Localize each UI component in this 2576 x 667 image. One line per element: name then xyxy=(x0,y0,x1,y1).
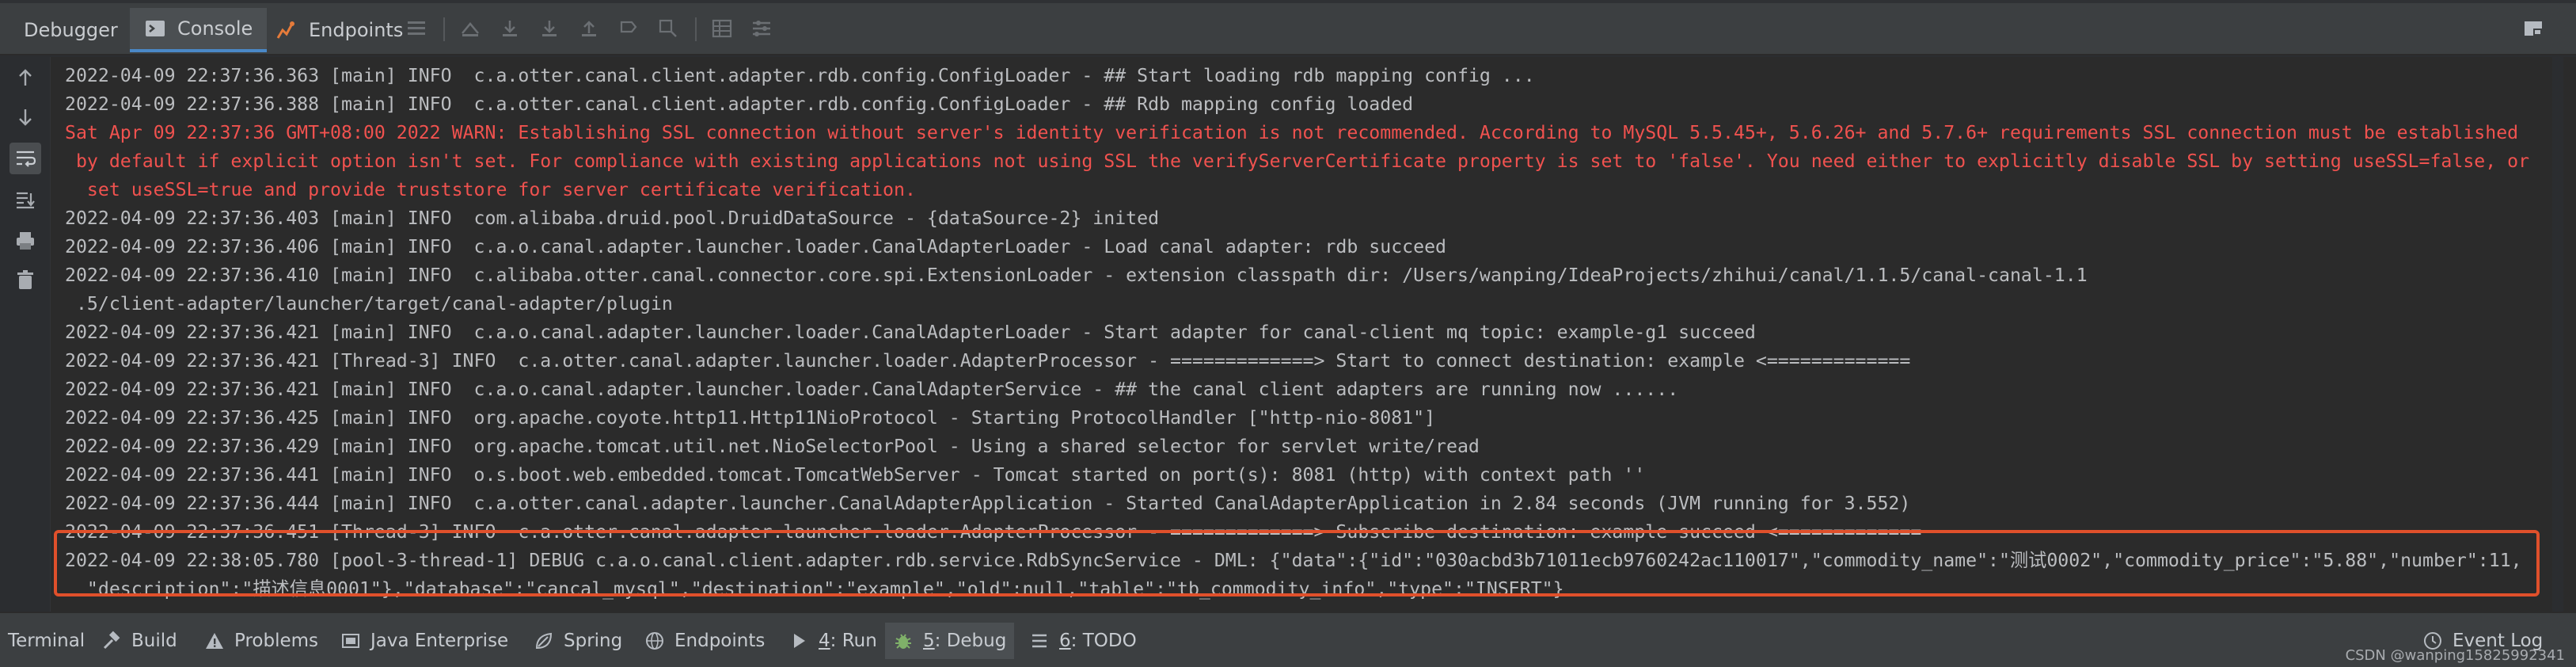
tab-console[interactable]: Console xyxy=(130,8,268,52)
show-execution-point-icon[interactable] xyxy=(458,16,483,41)
soft-wrap-icon[interactable] xyxy=(9,143,41,174)
tool-tab-run-number: 4 xyxy=(819,631,830,651)
console-line: 2022-04-09 22:37:36.363 [main] INFO c.a.… xyxy=(65,65,1535,86)
console-line: 2022-04-09 22:37:36.388 [main] INFO c.a.… xyxy=(65,93,1414,115)
tool-tab-terminal-label: Terminal xyxy=(8,631,85,651)
tool-tab-java-enterprise-label: Java Enterprise xyxy=(370,631,509,651)
tool-tab-spring[interactable]: Spring xyxy=(526,623,630,659)
settings-list-icon[interactable] xyxy=(749,16,774,41)
scroll-up-icon[interactable] xyxy=(9,62,41,93)
todo-list-icon xyxy=(1029,631,1050,651)
tool-tab-run-label: : Run xyxy=(830,631,877,651)
bug-icon xyxy=(893,631,914,651)
console-line: 2022-04-09 22:37:36.406 [main] INFO c.a.… xyxy=(65,236,1447,257)
debug-toolbar: Debugger Console Endpoints xyxy=(0,0,2576,55)
tool-tab-endpoints[interactable]: Endpoints xyxy=(636,623,773,659)
tool-tab-todo-number: 6 xyxy=(1059,631,1071,651)
endpoints-icon xyxy=(275,19,298,41)
console-line: 2022-04-09 22:37:36.421 [main] INFO c.a.… xyxy=(65,322,1756,343)
console-line: 2022-04-09 22:37:36.421 [main] INFO c.a.… xyxy=(65,379,1679,400)
table-view-icon[interactable] xyxy=(709,16,735,41)
console-line: 2022-04-09 22:37:36.429 [main] INFO org.… xyxy=(65,436,1480,457)
tool-tab-debug-number: 5 xyxy=(923,631,935,651)
tool-tab-debug-label: : Debug xyxy=(934,631,1007,651)
console-line: 2022-04-09 22:37:36.403 [main] INFO com.… xyxy=(65,208,1160,229)
tool-tab-todo[interactable]: 6: TODO xyxy=(1021,623,1145,659)
tool-tab-problems-label: Problems xyxy=(234,631,319,651)
print-icon[interactable] xyxy=(9,225,41,257)
layout-icon[interactable] xyxy=(404,16,429,41)
spring-leaf-icon xyxy=(534,631,554,651)
console-gutter xyxy=(0,57,51,612)
console-icon xyxy=(144,17,166,40)
tool-tab-java-enterprise[interactable]: Java Enterprise xyxy=(332,623,516,659)
watermark-text: CSDN @wanping15825992341 xyxy=(2345,647,2565,664)
toolbar-divider xyxy=(695,17,697,41)
highlighted-log-entry-box xyxy=(54,530,2540,596)
evaluate-expression-icon[interactable] xyxy=(655,16,681,41)
tool-tab-endpoints-label: Endpoints xyxy=(674,631,766,651)
console-line: set useSSL=true and provide truststore f… xyxy=(65,179,916,200)
console-line: 2022-04-09 22:37:36.421 [Thread-3] INFO … xyxy=(65,350,1911,372)
tab-console-label: Console xyxy=(177,17,253,40)
warning-icon xyxy=(204,631,225,651)
console-scrollbar[interactable] xyxy=(2563,57,2576,612)
java-enterprise-icon xyxy=(340,631,361,651)
tool-tab-terminal[interactable]: Terminal xyxy=(0,623,93,659)
globe-icon xyxy=(644,631,665,651)
scroll-to-end-icon[interactable] xyxy=(9,184,41,215)
console-line: 2022-04-09 22:37:36.444 [main] INFO c.a.… xyxy=(65,493,1911,514)
tool-tab-build[interactable]: Build xyxy=(93,623,185,659)
tool-tab-problems[interactable]: Problems xyxy=(196,623,326,659)
tool-tab-debug[interactable]: 5: Debug xyxy=(885,623,1015,659)
scroll-down-icon[interactable] xyxy=(9,101,41,133)
top-accent-strip xyxy=(0,0,2576,3)
run-icon xyxy=(788,631,809,651)
hammer-icon xyxy=(101,631,122,651)
tab-debugger-label: Debugger xyxy=(24,19,118,41)
console-line: .5/client-adapter/launcher/target/canal-… xyxy=(65,293,673,314)
step-into-icon[interactable] xyxy=(537,16,562,41)
toolbar-divider xyxy=(443,17,445,41)
console-output[interactable]: 2022-04-09 22:37:36.363 [main] INFO c.a.… xyxy=(51,57,2552,612)
tab-endpoints[interactable]: Endpoints xyxy=(261,8,417,52)
tool-window-bar: Terminal Build Problems Java Enterprise … xyxy=(0,612,2576,667)
console-line: 2022-04-09 22:37:36.425 [main] INFO org.… xyxy=(65,407,1436,429)
tool-tab-todo-label: : TODO xyxy=(1070,631,1137,651)
tool-tab-spring-label: Spring xyxy=(564,631,623,651)
console-line: Sat Apr 09 22:37:36 GMT+08:00 2022 WARN:… xyxy=(65,122,2519,143)
run-to-cursor-icon[interactable] xyxy=(616,16,641,41)
console-line: 2022-04-09 22:37:36.410 [main] INFO c.al… xyxy=(65,265,2088,286)
clear-all-icon[interactable] xyxy=(9,265,41,296)
tab-endpoints-label: Endpoints xyxy=(309,19,404,41)
step-out-icon[interactable] xyxy=(576,16,602,41)
tool-tab-run[interactable]: 4: Run xyxy=(781,623,885,659)
restore-layout-icon[interactable] xyxy=(2521,16,2546,41)
step-over-icon[interactable] xyxy=(497,16,522,41)
tab-debugger[interactable]: Debugger xyxy=(9,8,132,52)
console-line: by default if explicit option isn't set.… xyxy=(65,151,2530,172)
console-line: 2022-04-09 22:37:36.441 [main] INFO o.s.… xyxy=(65,464,1646,486)
tool-tab-build-label: Build xyxy=(131,631,177,651)
